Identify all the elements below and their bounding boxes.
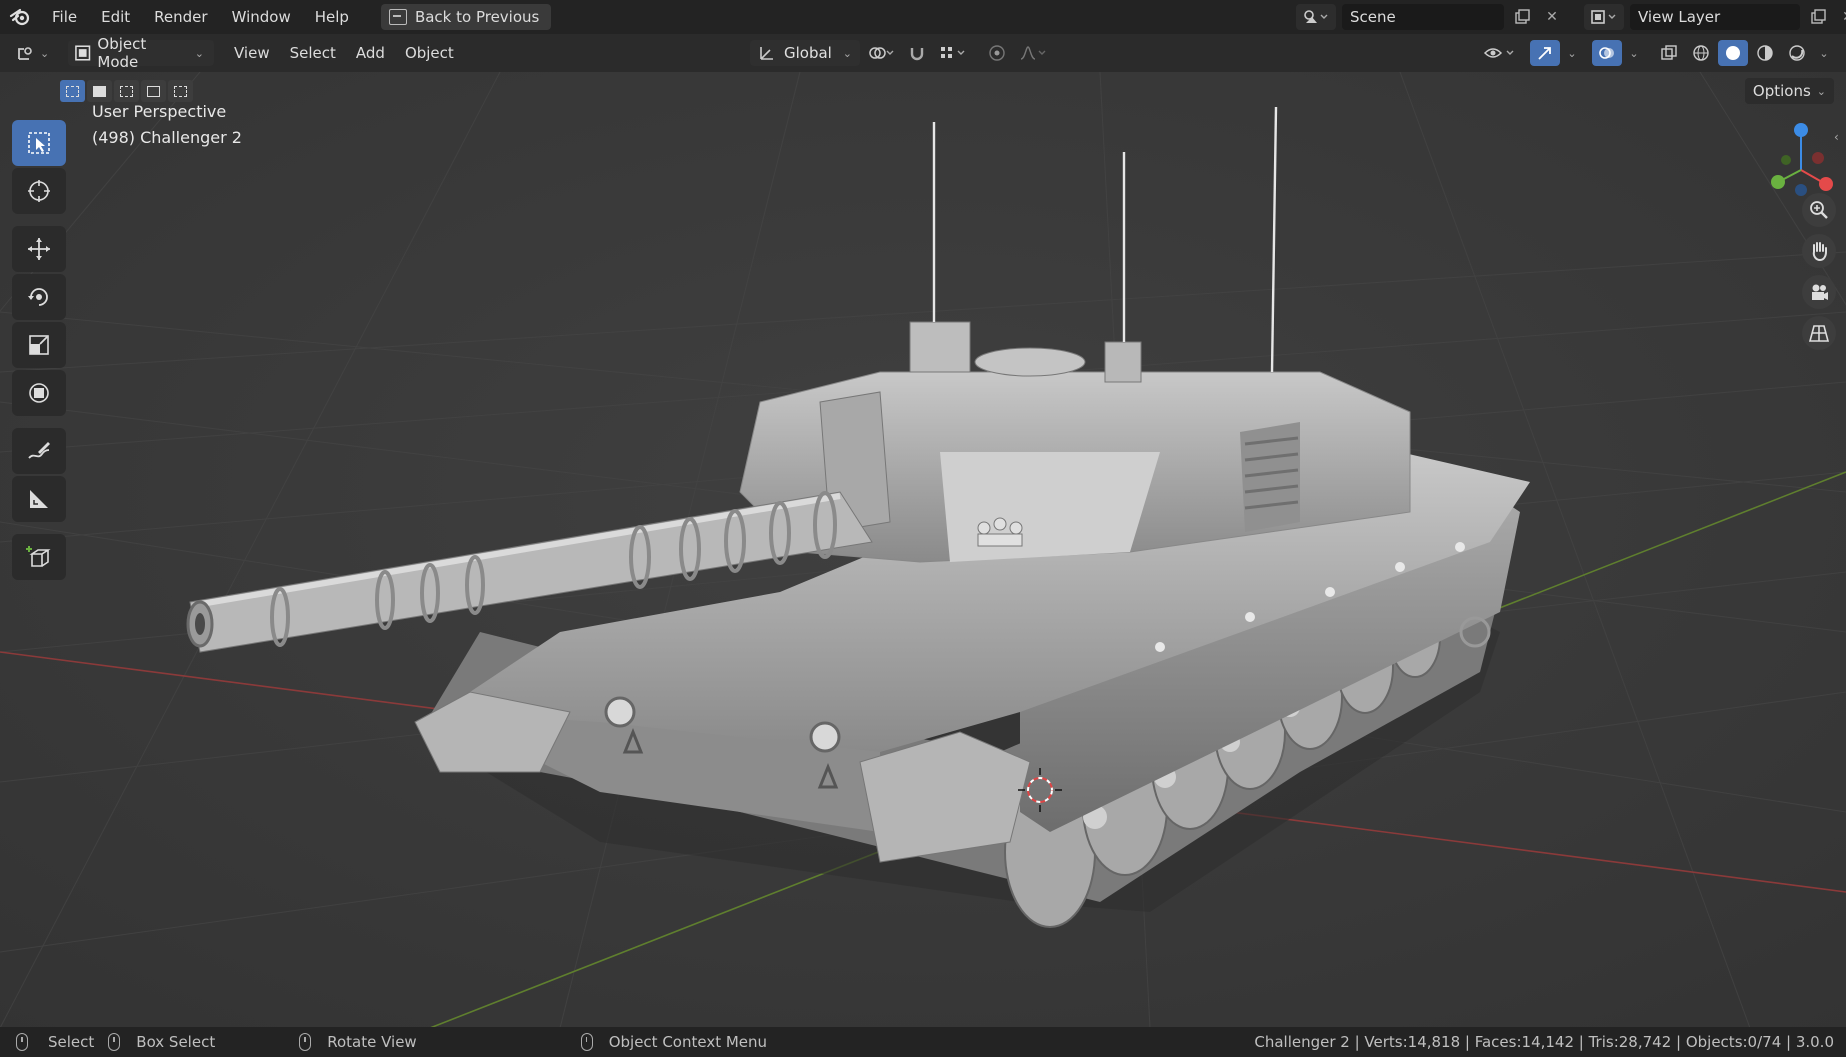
perspective-toggle-icon[interactable] (1802, 316, 1836, 350)
chevron-down-icon[interactable]: ⌄ (1624, 40, 1644, 66)
new-view-layer-icon[interactable] (1806, 4, 1830, 30)
back-icon (388, 9, 407, 25)
transform-orientation-dropdown[interactable]: Global ⌄ (750, 40, 860, 66)
xray-toggle-icon[interactable] (1654, 40, 1684, 66)
move-tool-icon[interactable] (12, 226, 66, 272)
object-mode-label: Object Mode (97, 35, 147, 71)
mouse-right-icon (580, 1033, 593, 1051)
back-to-previous-label: Back to Previous (414, 8, 540, 26)
select-box-tool-icon[interactable] (12, 120, 66, 166)
chevron-down-icon: ⌄ (40, 46, 50, 60)
solid-shading-icon[interactable] (1718, 40, 1748, 66)
snap-toggle-icon[interactable] (902, 40, 932, 66)
select-subtract-icon[interactable] (114, 80, 139, 102)
annotate-tool-icon[interactable] (12, 428, 66, 474)
perspective-label: User Perspective (92, 102, 227, 121)
select-new-icon[interactable] (60, 80, 85, 102)
chevron-down-icon[interactable]: ⌄ (1814, 40, 1834, 66)
menu-file[interactable]: File (40, 0, 89, 34)
pan-hand-icon[interactable] (1802, 234, 1836, 268)
viewport-display-controls: ⌄ ⌄ ⌄ (1480, 40, 1834, 66)
sidebar-toggle-icon[interactable]: ‹ (1834, 130, 1846, 150)
delete-scene-icon[interactable]: ✕ (1540, 4, 1564, 30)
camera-view-icon[interactable] (1802, 275, 1836, 309)
chevron-down-icon[interactable]: ⌄ (1562, 40, 1582, 66)
status-context-hint: Object Context Menu (580, 1033, 768, 1051)
visibility-eye-icon[interactable] (1480, 40, 1520, 66)
mouse-drag-icon (108, 1033, 121, 1051)
snap-target-icon[interactable] (938, 40, 968, 66)
menu-edit[interactable]: Edit (89, 0, 142, 34)
rotate-tool-icon[interactable] (12, 274, 66, 320)
mouse-left-icon (16, 1033, 28, 1051)
status-context-label: Object Context Menu (608, 1033, 768, 1051)
menu-window[interactable]: Window (220, 0, 303, 34)
chevron-down-icon: ⌄ (1816, 84, 1826, 98)
menu-object[interactable]: Object (395, 44, 464, 62)
select-intersect-icon[interactable] (168, 80, 193, 102)
status-bar: Select Box Select Rotate View Object Con… (0, 1027, 1846, 1057)
mouse-middle-icon (299, 1033, 312, 1051)
material-shading-icon[interactable] (1750, 40, 1780, 66)
selection-mode-group (60, 80, 193, 102)
menu-view[interactable]: View (224, 44, 280, 62)
orientation-icon (760, 47, 773, 60)
tool-shelf (12, 120, 68, 580)
view-layer-field[interactable]: View Layer (1630, 4, 1800, 30)
select-difference-icon[interactable] (141, 80, 166, 102)
add-cube-tool-icon[interactable] (12, 534, 66, 580)
delete-view-layer-icon[interactable]: ✕ (1836, 4, 1846, 30)
scene-selector: Scene ✕ View Layer ✕ (1296, 4, 1846, 30)
menu-select[interactable]: Select (280, 44, 346, 62)
measure-tool-icon[interactable] (12, 476, 66, 522)
object-mode-icon (75, 45, 91, 61)
editor-type-icon (18, 47, 32, 60)
select-extend-icon[interactable] (87, 80, 112, 102)
status-rotate-hint: Rotate View (299, 1033, 417, 1051)
status-select-label: Select (48, 1033, 95, 1051)
show-overlays-icon[interactable] (1592, 40, 1622, 66)
scale-tool-icon[interactable] (12, 322, 66, 368)
view-layer-browse-button[interactable] (1584, 4, 1624, 30)
3d-viewport[interactable]: User Perspective (498) Challenger 2 (0, 72, 1846, 1028)
proportional-editing-icon[interactable] (982, 40, 1012, 66)
options-label: Options (1752, 82, 1811, 100)
wireframe-shading-icon[interactable] (1686, 40, 1716, 66)
cursor-tool-icon[interactable] (12, 168, 66, 214)
transform-group: Global ⌄ (750, 40, 1048, 66)
status-box-select-label: Box Select (136, 1033, 216, 1051)
back-to-previous-button[interactable]: Back to Previous (380, 4, 552, 30)
viewport-header: ⌄ Object Mode ⌄ View Select Add Object G… (0, 34, 1846, 72)
status-rotate-label: Rotate View (327, 1033, 417, 1051)
transform-tool-icon[interactable] (12, 370, 66, 416)
rendered-shading-icon[interactable] (1782, 40, 1812, 66)
pivot-point-icon[interactable] (866, 40, 896, 66)
status-box-select-hint: Box Select (108, 1033, 215, 1051)
scene-name-field[interactable]: Scene (1342, 4, 1504, 30)
status-select-hint: Select (16, 1033, 94, 1051)
options-dropdown[interactable]: Options ⌄ (1744, 78, 1834, 104)
menu-add[interactable]: Add (346, 44, 395, 62)
chevron-down-icon: ⌄ (194, 46, 204, 60)
active-object-label: (498) Challenger 2 (92, 128, 242, 147)
viewport-grid (0, 72, 1846, 1028)
orientation-label: Global (784, 44, 832, 62)
scene-statistics: Challenger 2 | Verts:14,818 | Faces:14,1… (1254, 1033, 1834, 1051)
editor-type-button[interactable]: ⌄ (16, 40, 56, 66)
falloff-icon[interactable] (1018, 40, 1048, 66)
menu-help[interactable]: Help (303, 0, 361, 34)
blender-logo-icon[interactable] (0, 0, 40, 34)
top-bar: File Edit Render Window Help Back to Pre… (0, 0, 1846, 34)
show-gizmo-icon[interactable] (1530, 40, 1560, 66)
object-mode-dropdown[interactable]: Object Mode ⌄ (68, 35, 214, 71)
chevron-down-icon: ⌄ (842, 46, 852, 60)
scene-browse-button[interactable] (1296, 4, 1336, 30)
zoom-icon[interactable] (1802, 193, 1836, 227)
new-scene-icon[interactable] (1510, 4, 1534, 30)
menu-render[interactable]: Render (142, 0, 219, 34)
